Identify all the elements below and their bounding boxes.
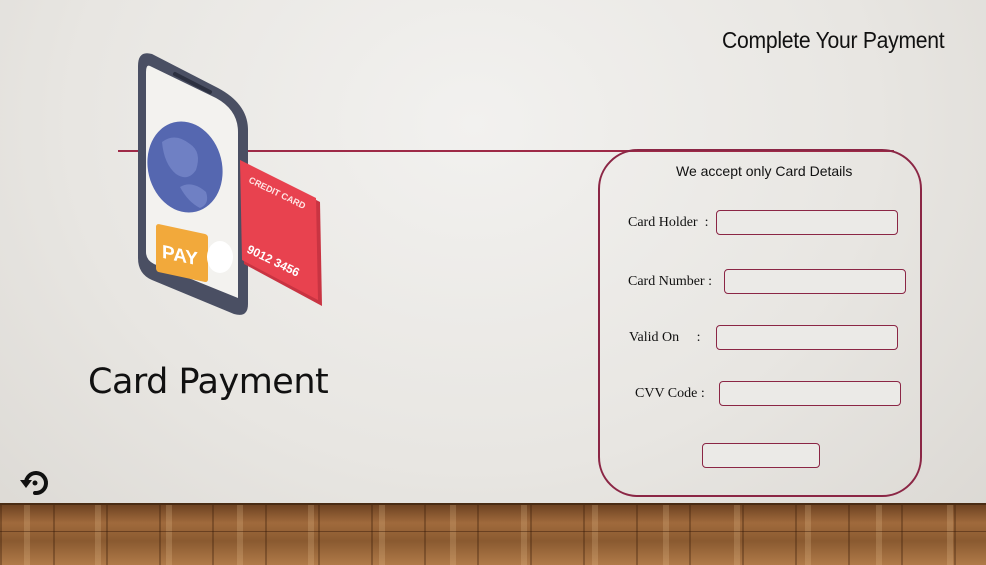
- cvv-code-label: CVV Code :: [635, 386, 705, 401]
- wood-floor: [0, 503, 986, 565]
- valid-on-label: Valid On :: [629, 330, 701, 345]
- page-title: Complete Your Payment: [722, 27, 945, 53]
- cvv-code-input[interactable]: [719, 381, 901, 406]
- section-heading: Card Payment: [88, 362, 329, 402]
- floor-seam: [0, 531, 986, 532]
- card-number-input[interactable]: [724, 269, 906, 294]
- submit-button[interactable]: [702, 443, 820, 468]
- credit-card-icon: CREDIT CARD 9012 3456: [240, 160, 322, 306]
- form-caption: We accept only Card Details: [676, 163, 853, 179]
- refresh-icon[interactable]: [18, 468, 52, 498]
- card-number-label: Card Number :: [628, 274, 712, 289]
- card-holder-label: Card Holder :: [628, 215, 709, 230]
- valid-on-input[interactable]: [716, 325, 898, 350]
- payment-illustration: PAY CREDIT CARD 9012 3456: [138, 53, 322, 315]
- card-holder-input[interactable]: [716, 210, 898, 235]
